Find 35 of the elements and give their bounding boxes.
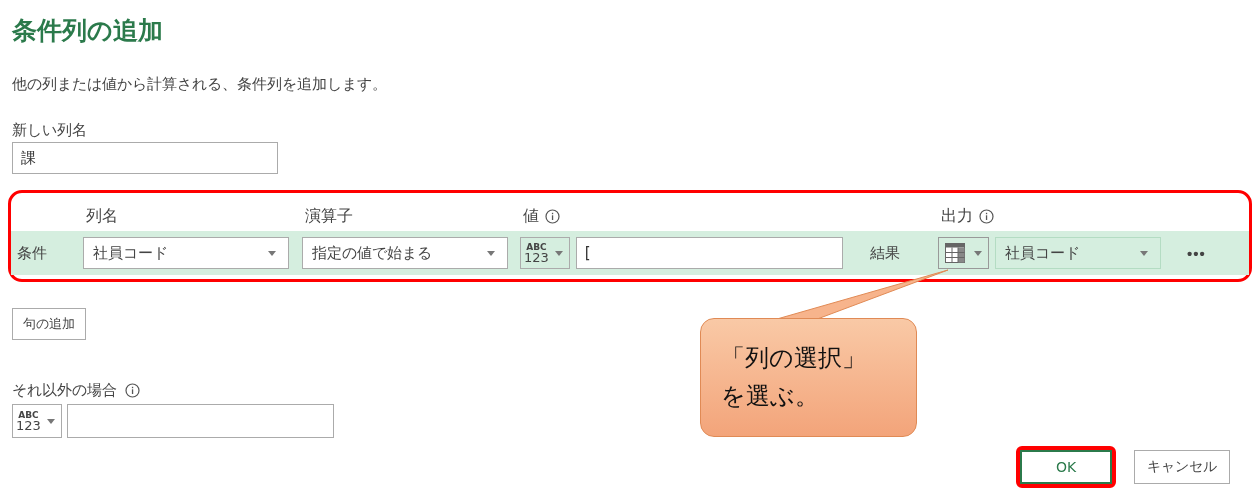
- callout-text: 「列の選択」: [721, 343, 867, 374]
- result-label: 結果: [870, 243, 901, 263]
- info-icon: [979, 208, 994, 224]
- column-header: 列名: [86, 205, 118, 227]
- type-dropdown[interactable]: ABC 123: [12, 404, 62, 438]
- column-header: 値: [523, 205, 539, 227]
- value-field[interactable]: [: [575, 237, 843, 269]
- output-dropdown[interactable]: 社員コード: [995, 237, 1161, 269]
- field-label: それ以外の場合: [12, 380, 117, 400]
- caret-icon: [46, 418, 55, 424]
- column-header: 出力: [941, 205, 973, 227]
- column-dropdown[interactable]: 社員コード: [83, 237, 289, 269]
- cancel-button[interactable]: キャンセル: [1134, 450, 1230, 484]
- operator-dropdown[interactable]: 指定の値で始まる: [302, 237, 508, 269]
- row-label: 条件: [16, 243, 48, 263]
- caret-icon: [554, 250, 563, 256]
- caret-icon: [1140, 250, 1148, 256]
- ok-button[interactable]: OK: [1020, 450, 1112, 484]
- description: 他の列または値から計算される、条件列を追加します。: [12, 74, 388, 94]
- otherwise-field[interactable]: [66, 404, 334, 438]
- caret-icon: [487, 250, 495, 256]
- column-name-field[interactable]: 課: [12, 142, 278, 174]
- field-label: 新しい列名: [12, 120, 87, 140]
- callout-text: を選ぶ。: [721, 381, 820, 412]
- info-icon: [125, 382, 140, 398]
- dialog-title: 条件列の追加: [12, 15, 164, 47]
- column-header: 演算子: [305, 205, 353, 227]
- add-clause-button[interactable]: 句の追加: [12, 308, 86, 340]
- more-button[interactable]: •••: [1187, 244, 1206, 262]
- table-icon: [945, 243, 965, 263]
- type-dropdown[interactable]: ABC 123: [520, 237, 570, 269]
- info-icon: [545, 208, 560, 224]
- table-dropdown[interactable]: [938, 237, 989, 269]
- caret-icon: [974, 250, 982, 256]
- caret-icon: [268, 250, 276, 256]
